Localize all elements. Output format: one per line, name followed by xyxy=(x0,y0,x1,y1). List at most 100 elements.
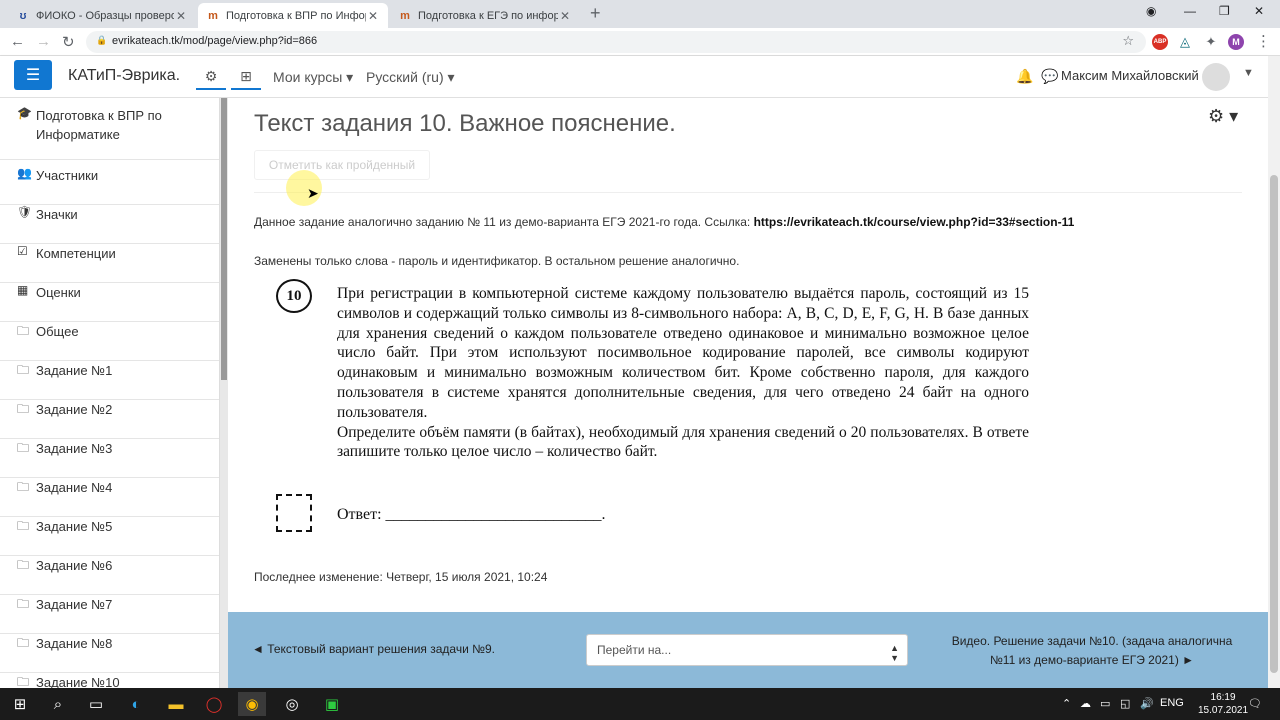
sidebar-item-label: Задание №2 xyxy=(36,402,113,417)
green-app-icon[interactable]: ▣ xyxy=(318,692,346,716)
folder-icon: 🗀 xyxy=(17,675,30,688)
notifications-icon[interactable]: 🗨 xyxy=(1248,697,1262,710)
folder-icon: 🗀 xyxy=(17,402,30,416)
minimize-icon[interactable]: — xyxy=(1184,4,1196,18)
sidebar-item-label: Компетенции xyxy=(36,246,116,261)
answer-box xyxy=(276,494,312,532)
folder-icon: 🗀 xyxy=(17,597,30,611)
reload-icon[interactable]: ↻ xyxy=(62,33,75,51)
intro-paragraph: Данное задание аналогично заданию № 11 и… xyxy=(254,215,1075,229)
sidebar-item-course[interactable]: 🎓 Подготовка к ВПР по Информатике xyxy=(0,106,219,160)
tab-search-icon[interactable]: ◉ xyxy=(1146,4,1156,18)
folder-icon: 🗀 xyxy=(17,480,30,494)
tab-title: Подготовка к ЕГЭ по информат xyxy=(418,9,558,22)
search-icon[interactable]: ⌕ xyxy=(44,692,72,716)
main-content: Текст задания 10. Важное пояснение. ⚙ ▾ … xyxy=(228,98,1268,688)
lock-icon: 🔒 xyxy=(96,35,108,45)
user-name[interactable]: Максим Михайловский xyxy=(1061,68,1199,83)
jump-to-select[interactable]: Перейти на... ▲ ▼ xyxy=(586,634,908,666)
sidebar-item-label: Задание №5 xyxy=(36,519,113,534)
volume-icon[interactable]: 🔊 xyxy=(1140,697,1154,710)
mouse-pointer-icon: ➤ xyxy=(307,185,319,201)
browser-tab-vpr[interactable]: m Подготовка к ВПР по Информа ✕ xyxy=(198,3,388,28)
mark-complete-button[interactable]: Отметить как пройденный xyxy=(254,150,430,180)
notification-bell-icon[interactable]: 🔔 xyxy=(1016,68,1033,85)
close-tab-icon[interactable]: ✕ xyxy=(366,9,380,23)
sidebar-item-label: Участники xyxy=(36,168,99,183)
chrome-icon[interactable]: ◉ xyxy=(238,692,266,716)
obs-icon[interactable]: ◎ xyxy=(278,692,306,716)
page-title: Текст задания 10. Важное пояснение. xyxy=(254,110,676,137)
prev-activity-link[interactable]: ◄ Текстовый вариант решения задачи №9. xyxy=(252,642,495,656)
folder-icon: 🗀 xyxy=(17,363,30,377)
sidebar-item-label: Задание №1 xyxy=(36,363,113,378)
sidebar-item-general[interactable]: 🗀 Общее xyxy=(0,322,219,361)
last-modified: Последнее изменение: Четверг, 15 июля 20… xyxy=(254,570,548,584)
close-tab-icon[interactable]: ✕ xyxy=(174,9,188,23)
graduation-cap-icon: 🎓 xyxy=(17,106,32,120)
sidebar-item-label: Задание №6 xyxy=(36,558,113,573)
windows-start-icon[interactable]: ⊞ xyxy=(6,692,34,716)
forward-arrow-icon[interactable]: → xyxy=(36,33,51,50)
browser-tab-fioko[interactable]: ʊ ФИОКО - Образцы проверочн ✕ xyxy=(8,3,196,28)
system-clock[interactable]: 16:19 15.07.2021 xyxy=(1198,691,1248,717)
gear-menu-icon[interactable]: ⚙ ▾ xyxy=(1208,106,1238,127)
sidebar-item-badges[interactable]: 🛡 Значки xyxy=(0,205,219,244)
language-indicator[interactable]: ENG xyxy=(1160,697,1184,709)
sidebar-item-task-1[interactable]: 🗀 Задание №1 xyxy=(0,361,219,400)
language-dropdown[interactable]: Русский (ru) ▾ xyxy=(366,69,455,86)
bookmark-star-icon[interactable]: ☆ xyxy=(1122,33,1134,49)
battery-icon[interactable]: ▭ xyxy=(1100,697,1110,710)
sidebar-item-grades[interactable]: ▦ Оценки xyxy=(0,283,219,322)
browser-menu-icon[interactable]: ⋮ xyxy=(1256,32,1271,50)
section-link[interactable]: https://evrikateach.tk/course/view.php?i… xyxy=(754,215,1075,229)
sidebar-item-participants[interactable]: 👥 Участники xyxy=(0,166,219,205)
fioko-favicon-icon: ʊ xyxy=(19,9,27,22)
browser-tab-ege[interactable]: m Подготовка к ЕГЭ по информат ✕ xyxy=(390,3,580,28)
opera-icon[interactable]: ◯ xyxy=(200,692,228,716)
tray-cloud-icon[interactable]: ☁ xyxy=(1080,697,1091,710)
sidebar-item-competencies[interactable]: ☑ Компетенции xyxy=(0,244,219,283)
messages-icon[interactable]: 💬 xyxy=(1041,68,1058,85)
network-icon[interactable]: ◱ xyxy=(1120,697,1130,710)
url-text: evrikateach.tk/mod/page/view.php?id=866 xyxy=(112,35,318,47)
answer-label: Ответ: ___________________________. xyxy=(337,506,606,523)
url-bar[interactable]: 🔒 evrikateach.tk/mod/page/view.php?id=86… xyxy=(86,31,1146,53)
sidebar-item-label: Задание №10 xyxy=(36,675,120,688)
site-brand[interactable]: КАТиП-Эврика. xyxy=(68,67,180,85)
profile-avatar[interactable]: M xyxy=(1228,34,1244,50)
user-avatar[interactable] xyxy=(1202,63,1230,91)
user-menu-caret-icon[interactable]: ▼ xyxy=(1243,67,1254,79)
back-arrow-icon[interactable]: ← xyxy=(10,33,25,50)
close-tab-icon[interactable]: ✕ xyxy=(558,9,572,23)
next-activity-link[interactable]: Видео. Решение задачи №10. (задача анало… xyxy=(942,632,1242,670)
sidebar-item-label: Подготовка к ВПР по Информатике xyxy=(36,108,162,142)
sidebar-item-task-3[interactable]: 🗀 Задание №3 xyxy=(0,439,219,478)
new-tab-icon[interactable]: + xyxy=(590,3,601,24)
extension-triangle-icon[interactable]: ◬ xyxy=(1177,34,1193,50)
tray-chevron-icon[interactable]: ⌃ xyxy=(1062,697,1071,710)
sidebar-item-task-7[interactable]: 🗀 Задание №7 xyxy=(0,595,219,634)
maximize-icon[interactable]: ❐ xyxy=(1219,4,1230,18)
extensions-puzzle-icon[interactable]: ✦ xyxy=(1203,34,1219,50)
drawer-toggle-button[interactable]: ☰ xyxy=(14,60,52,90)
my-courses-dropdown[interactable]: Мои курсы ▾ xyxy=(273,69,353,86)
sitemap-icon[interactable]: ⊞ xyxy=(231,64,261,90)
page-scrollbar-thumb[interactable] xyxy=(1270,175,1278,673)
address-toolbar: ← → ↻ 🔒 evrikateach.tk/mod/page/view.php… xyxy=(0,28,1280,56)
sidebar-scrollbar-thumb[interactable] xyxy=(221,98,227,380)
sidebar-item-task-2[interactable]: 🗀 Задание №2 xyxy=(0,400,219,439)
sidebar-item-label: Задание №7 xyxy=(36,597,113,612)
task-view-icon[interactable]: ▭ xyxy=(82,692,110,716)
sidebar-item-task-8[interactable]: 🗀 Задание №8 xyxy=(0,634,219,673)
settings-cogs-icon[interactable]: ⚙ xyxy=(196,64,226,90)
sidebar-item-task-4[interactable]: 🗀 Задание №4 xyxy=(0,478,219,517)
moodle-favicon-icon: m xyxy=(208,9,218,22)
adblock-extension-icon[interactable]: ABP xyxy=(1152,34,1168,50)
sidebar-item-task-5[interactable]: 🗀 Задание №5 xyxy=(0,517,219,556)
sidebar-item-task-10[interactable]: 🗀 Задание №10 xyxy=(0,673,219,688)
sidebar-item-task-6[interactable]: 🗀 Задание №6 xyxy=(0,556,219,595)
edge-icon[interactable]: ◐ xyxy=(122,692,150,716)
close-window-icon[interactable]: ✕ xyxy=(1254,4,1264,18)
file-explorer-icon[interactable]: ▬ xyxy=(162,692,190,716)
